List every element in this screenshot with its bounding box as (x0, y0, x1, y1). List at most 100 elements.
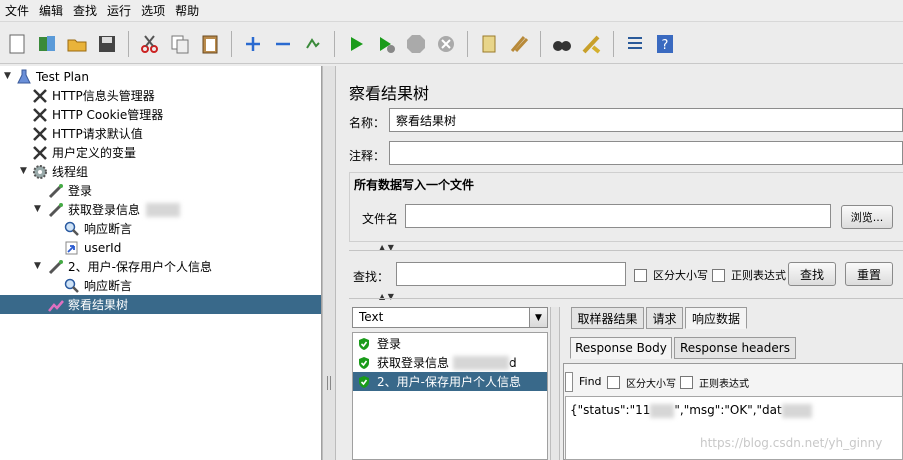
stop-icon[interactable] (404, 32, 428, 56)
checkbox-box[interactable] (680, 376, 693, 389)
open-icon[interactable] (65, 32, 89, 56)
divider-line (349, 298, 903, 299)
tree-item-http-header-manager[interactable]: HTTP信息头管理器 (32, 86, 155, 105)
file-group: 所有数据写入一个文件 文件名 浏览... (349, 172, 903, 242)
success-shield-icon (359, 375, 369, 388)
filename-field[interactable] (405, 204, 831, 228)
extractor-icon (64, 240, 80, 256)
pipette-icon (48, 202, 64, 218)
menu-search[interactable]: 查找 (68, 2, 102, 19)
results-splitter[interactable] (550, 307, 560, 460)
comment-field[interactable] (389, 141, 903, 165)
cut-icon[interactable] (138, 32, 162, 56)
find-button[interactable]: 查找 (788, 262, 836, 286)
menu-edit[interactable]: 编辑 (34, 2, 68, 19)
filename-label: 文件名 (362, 212, 399, 226)
copy-icon[interactable] (168, 32, 192, 56)
regex-checkbox-small[interactable]: 正则表达式 (680, 375, 749, 390)
save-icon[interactable] (95, 32, 119, 56)
regex-checkbox[interactable]: 正则表达式 (712, 267, 786, 283)
tree-item-login[interactable]: 登录 (48, 181, 92, 200)
list-item-selected[interactable]: 2、用户-保存用户个人信息 (353, 372, 547, 391)
tab-response-data[interactable]: 响应数据 (685, 307, 747, 329)
list-item[interactable]: 获取登录信息 d (353, 353, 547, 372)
tree-item-response-assertion[interactable]: 响应断言 (64, 276, 132, 295)
find-label: Find (579, 375, 602, 388)
menu-file[interactable]: 文件 (0, 2, 34, 19)
response-find-input[interactable] (565, 372, 573, 392)
browse-button[interactable]: 浏览... (841, 205, 893, 229)
file-group-title: 所有数据写入一个文件 (354, 178, 475, 192)
redacted-text (453, 355, 510, 370)
pipette-icon (48, 259, 64, 275)
success-shield-icon (359, 356, 369, 369)
reset-search-icon[interactable] (580, 32, 604, 56)
menu-options[interactable]: 选项 (136, 2, 170, 19)
case-sensitive-checkbox[interactable]: 区分大小写 (634, 267, 708, 283)
toolbar-separator (231, 30, 232, 57)
chevron-down-icon[interactable]: ▼ (529, 308, 547, 327)
toolbar-separator (467, 30, 468, 57)
case-sensitive-checkbox-small[interactable]: 区分大小写 (607, 375, 676, 390)
pipette-icon (48, 183, 64, 199)
test-plan-tree[interactable]: ▼ Test Plan HTTP信息头管理器 HTTP Cookie管理器 HT… (0, 66, 322, 460)
toolbar: ? (0, 24, 903, 64)
collapse-caret-icon[interactable]: ▼ (34, 261, 41, 271)
flask-icon (16, 69, 32, 85)
toggle-icon[interactable] (301, 32, 325, 56)
tree-item-thread-group[interactable]: 线程组 (32, 162, 88, 181)
collapse-icon[interactable] (271, 32, 295, 56)
results-list[interactable]: 登录 获取登录信息 d 2、用户-保存用户个人信息 (352, 332, 548, 460)
tree-item-userid-extractor[interactable]: userId (64, 238, 121, 257)
tree-item-http-cookie-manager[interactable]: HTTP Cookie管理器 (32, 105, 163, 124)
tab-request[interactable]: 请求 (646, 307, 683, 329)
checkbox-box[interactable] (607, 376, 620, 389)
paste-icon[interactable] (198, 32, 222, 56)
expand-icon[interactable] (241, 32, 265, 56)
tree-item-http-request-defaults[interactable]: HTTP请求默认值 (32, 124, 143, 143)
response-find-bar: Find 区分大小写 正则表达式 (563, 368, 903, 394)
clear-icon[interactable] (477, 32, 501, 56)
tree-item-test-plan[interactable]: Test Plan (16, 67, 89, 86)
divider-line (349, 250, 903, 251)
collapse-caret-icon[interactable]: ▼ (20, 166, 27, 176)
name-field[interactable]: 察看结果树 (389, 108, 903, 132)
tree-item-response-assertion[interactable]: 响应断言 (64, 219, 132, 238)
renderer-select[interactable]: Text ▼ (352, 307, 548, 328)
shutdown-icon[interactable] (434, 32, 458, 56)
tab-response-headers[interactable]: Response headers (674, 337, 796, 359)
tree-item-user-defined-variables[interactable]: 用户定义的变量 (32, 143, 136, 162)
clear-all-icon[interactable] (507, 32, 531, 56)
menu-bar: 文件 编辑 查找 运行 选项 帮助 (0, 0, 903, 22)
search-icon[interactable] (550, 32, 574, 56)
templates-icon[interactable] (35, 32, 59, 56)
checkbox-box[interactable] (712, 268, 725, 282)
tab-response-body[interactable]: Response Body (570, 337, 672, 359)
menu-help[interactable]: 帮助 (170, 2, 204, 19)
tools-icon (32, 145, 48, 161)
search-input[interactable] (396, 262, 626, 286)
list-item[interactable]: 登录 (353, 334, 547, 353)
new-icon[interactable] (5, 32, 29, 56)
main-splitter[interactable] (322, 66, 336, 460)
menu-run[interactable]: 运行 (102, 2, 136, 19)
function-helper-icon[interactable] (623, 32, 647, 56)
collapse-caret-icon[interactable]: ▼ (4, 71, 11, 81)
reset-button[interactable]: 重置 (845, 262, 893, 286)
checkbox-box[interactable] (634, 268, 647, 282)
response-body-text[interactable]: {"status":"11 ","msg":"OK","dat (565, 396, 903, 460)
tree-item-view-results-tree[interactable]: 察看结果树 (0, 295, 321, 314)
help-icon[interactable]: ? (653, 32, 677, 56)
splitter-grip[interactable] (327, 376, 331, 390)
tree-item-get-login-info[interactable]: 获取登录信息 (48, 200, 181, 219)
magnifier-icon (64, 278, 80, 294)
collapse-caret-icon[interactable]: ▼ (34, 204, 41, 214)
start-no-pauses-icon[interactable] (374, 32, 398, 56)
tools-icon (32, 88, 48, 104)
tools-icon (32, 107, 48, 123)
magnifier-icon (64, 221, 80, 237)
tree-item-save-user-info[interactable]: 2、用户-保存用户个人信息 (48, 257, 212, 276)
toolbar-separator (613, 30, 614, 57)
start-icon[interactable] (344, 32, 368, 56)
tab-sampler-result[interactable]: 取样器结果 (571, 307, 644, 329)
